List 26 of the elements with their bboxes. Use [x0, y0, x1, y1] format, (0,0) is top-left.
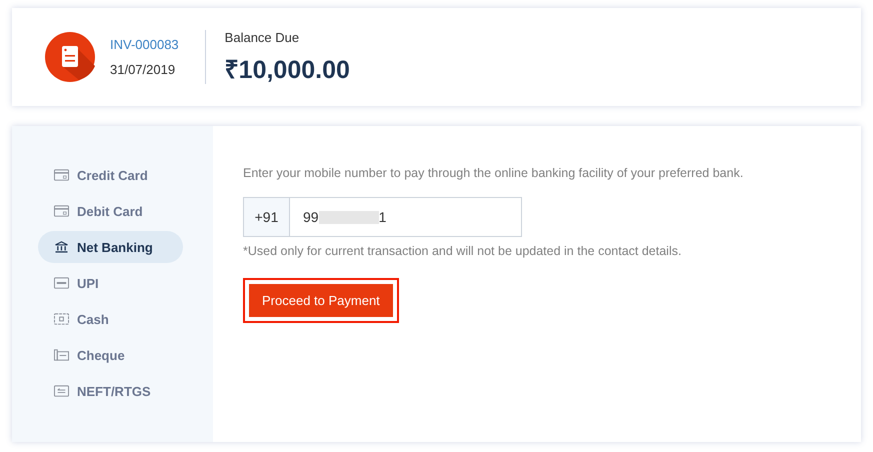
phone-digits: 1: [378, 209, 386, 225]
payment-method-item[interactable]: Net Banking: [38, 231, 183, 263]
cheque-icon: [54, 349, 69, 361]
phone-digits: 99: [303, 209, 319, 225]
invoice-date: 31/07/2019: [110, 62, 176, 77]
proceed-button[interactable]: Proceed to Payment: [249, 284, 393, 317]
payment-method-item[interactable]: UPI: [38, 267, 183, 299]
instruction-text: Enter your mobile number to pay through the online banking facility of your preferred bank.: [243, 166, 744, 180]
balance-label: Balance Due: [224, 30, 300, 44]
transfer-icon: [54, 385, 69, 397]
balance-amount: ₹10,000.00: [224, 54, 350, 84]
cash-icon: [54, 313, 69, 325]
payment-method-item[interactable]: NEFT/RTGS: [38, 375, 183, 407]
card-icon: [54, 205, 69, 217]
mobile-number-field[interactable]: +91 99 1: [243, 197, 522, 237]
note-text: *Used only for current transaction and will not be updated in the contact details.: [243, 244, 682, 258]
payment-method-item[interactable]: Cheque: [38, 339, 183, 371]
payment-method-item[interactable]: Credit Card: [38, 159, 183, 191]
invoice-number[interactable]: INV-000083: [110, 37, 179, 52]
invoice-icon: [45, 32, 95, 82]
payment-method-item[interactable]: Cash: [38, 303, 183, 335]
upi-icon: [54, 277, 69, 289]
payment-method-item[interactable]: Debit Card: [38, 195, 183, 227]
bank-icon: [54, 241, 69, 253]
card-icon: [54, 169, 69, 181]
country-code: +91: [244, 198, 290, 236]
